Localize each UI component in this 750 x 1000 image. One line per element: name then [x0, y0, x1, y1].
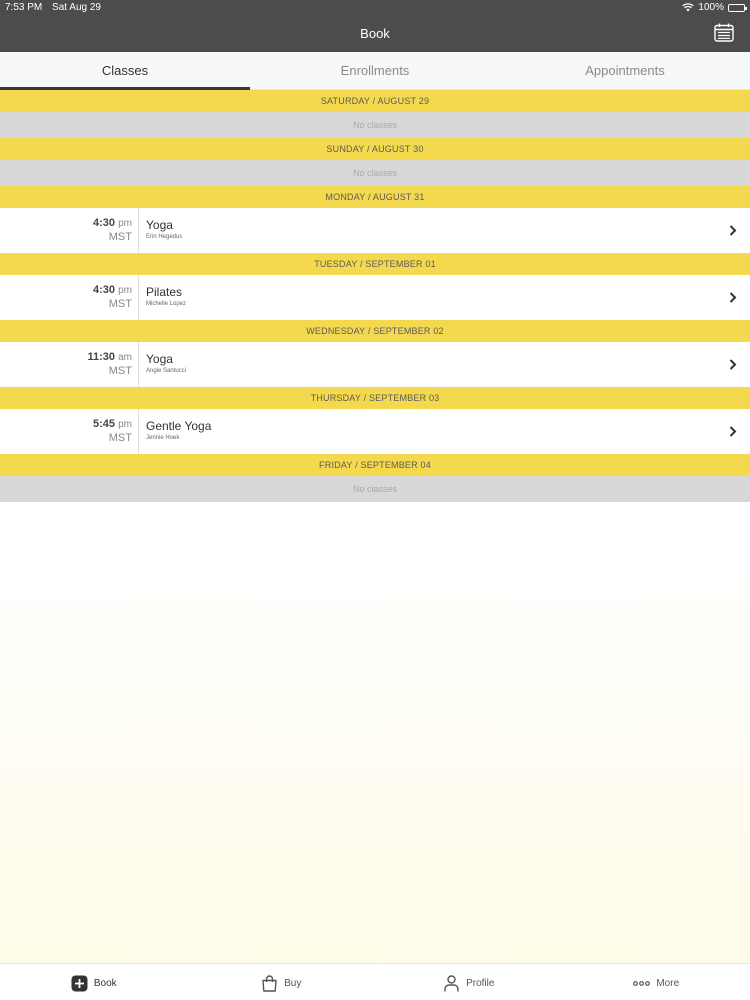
tab-classes[interactable]: Classes [0, 52, 250, 90]
page-title: Book [360, 26, 390, 41]
class-instructor: Angie Santucci [146, 368, 187, 374]
class-ampm: pm [118, 419, 132, 430]
class-timezone: MST [108, 231, 132, 243]
chevron-right-icon [729, 225, 737, 236]
class-start-time: 4:30 [93, 284, 116, 296]
no-classes-row: No classes [0, 160, 750, 186]
class-start-time: 5:45 [93, 418, 116, 430]
class-info: Yoga Erin Hegedus [146, 218, 182, 242]
battery-percent: 100% [698, 2, 724, 13]
chevron-right-icon [729, 292, 737, 303]
class-name: Gentle Yoga [146, 419, 212, 433]
calendar-icon[interactable] [714, 23, 734, 42]
class-time: 4:30 pm MST [0, 275, 139, 320]
tab-bar: Classes Enrollments Appointments [0, 52, 750, 90]
plus-square-icon [71, 975, 88, 991]
status-bar-right: 100% [682, 2, 747, 13]
class-timezone: MST [108, 432, 132, 444]
class-name: Yoga [146, 352, 173, 366]
class-time: 11:30 am MST [0, 342, 139, 387]
class-instructor: Michelle Lopez [146, 301, 187, 307]
person-icon [444, 974, 459, 991]
status-bar-left: 7:53 PM Sat Aug 29 [5, 2, 108, 13]
chevron-right-icon [729, 426, 737, 437]
class-time: 5:45 pm MST [0, 409, 139, 454]
day-header: SUNDAY / AUGUST 30 [0, 138, 750, 160]
class-instructor: Erin Hegedus [146, 234, 183, 240]
class-row[interactable]: 11:30 am MST Yoga Angie Santucci [0, 342, 750, 387]
wifi-icon [682, 3, 695, 12]
class-ampm: am [118, 352, 132, 363]
class-info: Yoga Angie Santucci [146, 352, 186, 376]
bottom-tab-more[interactable]: More [563, 964, 750, 1000]
bottom-tab-bar: Book Buy Profile More [0, 963, 750, 1000]
bottom-tab-label: Buy [284, 977, 302, 989]
bottom-tab-buy[interactable]: Buy [188, 964, 376, 1000]
chevron-right-icon [729, 359, 737, 370]
day-header: SATURDAY / AUGUST 29 [0, 90, 750, 112]
status-date: Sat Aug 29 [52, 2, 101, 13]
ellipsis-icon [633, 980, 651, 986]
bottom-tab-book[interactable]: Book [0, 964, 188, 1000]
class-timezone: MST [108, 298, 132, 310]
tab-appointments[interactable]: Appointments [500, 52, 750, 89]
day-header: TUESDAY / SEPTEMBER 01 [0, 253, 750, 275]
class-info: Gentle Yoga Jennie Hoek [146, 419, 211, 443]
status-time: 7:53 PM [5, 2, 43, 13]
class-row[interactable]: 5:45 pm MST Gentle Yoga Jennie Hoek [0, 409, 750, 454]
day-header: FRIDAY / SEPTEMBER 04 [0, 454, 750, 476]
class-ampm: pm [118, 285, 132, 296]
bottom-tab-label: Book [93, 977, 117, 989]
class-start-time: 4:30 [93, 217, 116, 229]
class-row[interactable]: 4:30 pm MST Pilates Michelle Lopez [0, 275, 750, 320]
no-classes-row: No classes [0, 112, 750, 138]
class-time: 4:30 pm MST [0, 208, 139, 253]
class-row[interactable]: 4:30 pm MST Yoga Erin Hegedus [0, 208, 750, 253]
class-info: Pilates Michelle Lopez [146, 285, 186, 309]
class-instructor: Jennie Hoek [146, 435, 180, 441]
battery-icon [728, 3, 747, 12]
class-ampm: pm [118, 218, 132, 229]
class-schedule-list: SATURDAY / AUGUST 29 No classes SUNDAY /… [0, 90, 750, 502]
class-timezone: MST [108, 365, 132, 377]
tab-enrollments[interactable]: Enrollments [250, 52, 500, 89]
no-classes-row: No classes [0, 476, 750, 502]
top-bar: 7:53 PM Sat Aug 29 100% Book [0, 0, 750, 52]
bottom-tab-label: More [656, 977, 680, 989]
shopping-bag-icon [262, 974, 277, 992]
day-header: THURSDAY / SEPTEMBER 03 [0, 387, 750, 409]
class-name: Yoga [146, 218, 173, 232]
class-name: Pilates [146, 285, 183, 299]
class-start-time: 11:30 [87, 351, 116, 363]
bottom-tab-profile[interactable]: Profile [375, 964, 563, 1000]
day-header: MONDAY / AUGUST 31 [0, 186, 750, 208]
bottom-tab-label: Profile [466, 977, 495, 989]
day-header: WEDNESDAY / SEPTEMBER 02 [0, 320, 750, 342]
